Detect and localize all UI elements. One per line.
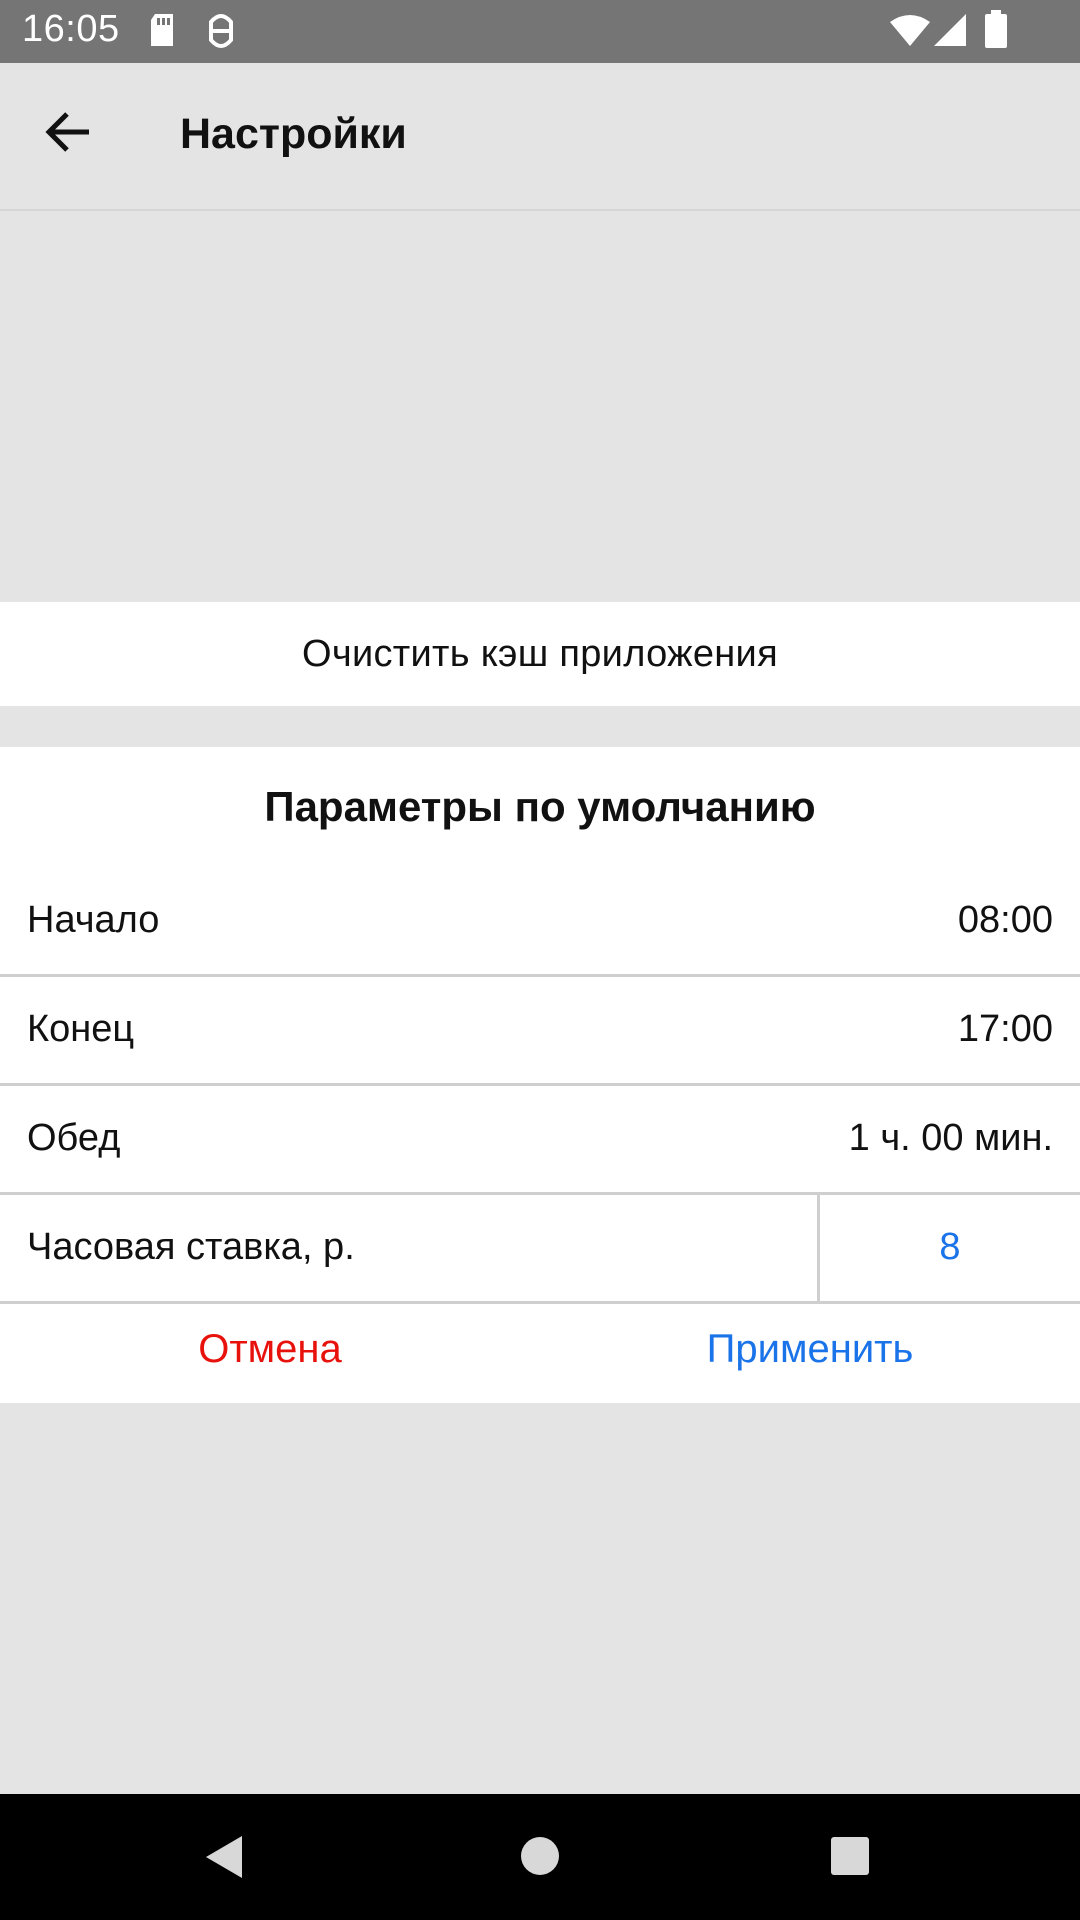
battery-icon <box>985 10 1007 53</box>
hourly-rate-input[interactable]: 8 <box>820 1193 1080 1301</box>
param-label: Часовая ставка, р. <box>27 1225 355 1268</box>
param-row-end[interactable]: Конец 17:00 <box>0 975 1080 1086</box>
param-label: Конец <box>27 1007 135 1050</box>
recents-square-icon[interactable] <box>830 1836 870 1881</box>
defaults-title: Параметры по умолчанию <box>264 782 816 830</box>
clear-cache-label: Очистить кэш приложения <box>302 632 778 675</box>
status-bar: 16:05 <box>0 0 1080 63</box>
home-circle-icon[interactable] <box>520 1836 560 1881</box>
param-value: 1 ч. 00 мин. <box>848 1116 1053 1159</box>
page-title: Настройки <box>180 110 407 158</box>
back-triangle-icon[interactable] <box>204 1834 244 1885</box>
param-label: Начало <box>27 898 160 941</box>
navigation-bar <box>0 1794 1080 1920</box>
arrow-back-icon <box>45 110 93 159</box>
default-parameters-panel: Параметры по умолчанию Начало 08:00 Коне… <box>0 747 1080 1403</box>
signal-icon <box>934 14 966 51</box>
param-row-start[interactable]: Начало 08:00 <box>0 866 1080 977</box>
param-label: Обед <box>27 1116 121 1159</box>
param-value: 17:00 <box>957 1007 1053 1050</box>
sd-card-icon <box>147 12 177 53</box>
wifi-icon <box>890 14 930 51</box>
clear-cache-button[interactable]: Очистить кэш приложения <box>0 602 1080 706</box>
param-value: 08:00 <box>957 898 1053 941</box>
back-button[interactable] <box>38 103 100 165</box>
dialog-actions: Отмена Применить <box>0 1295 1080 1403</box>
apply-button[interactable]: Применить <box>540 1295 1080 1403</box>
status-time: 16:05 <box>22 8 120 50</box>
param-row-lunch[interactable]: Обед 1 ч. 00 мин. <box>0 1084 1080 1195</box>
app-bar: Настройки <box>0 63 1080 211</box>
param-row-hourly-rate: Часовая ставка, р. 8 <box>0 1193 1080 1304</box>
android-debug-icon <box>204 12 238 55</box>
cancel-button[interactable]: Отмена <box>0 1295 540 1403</box>
